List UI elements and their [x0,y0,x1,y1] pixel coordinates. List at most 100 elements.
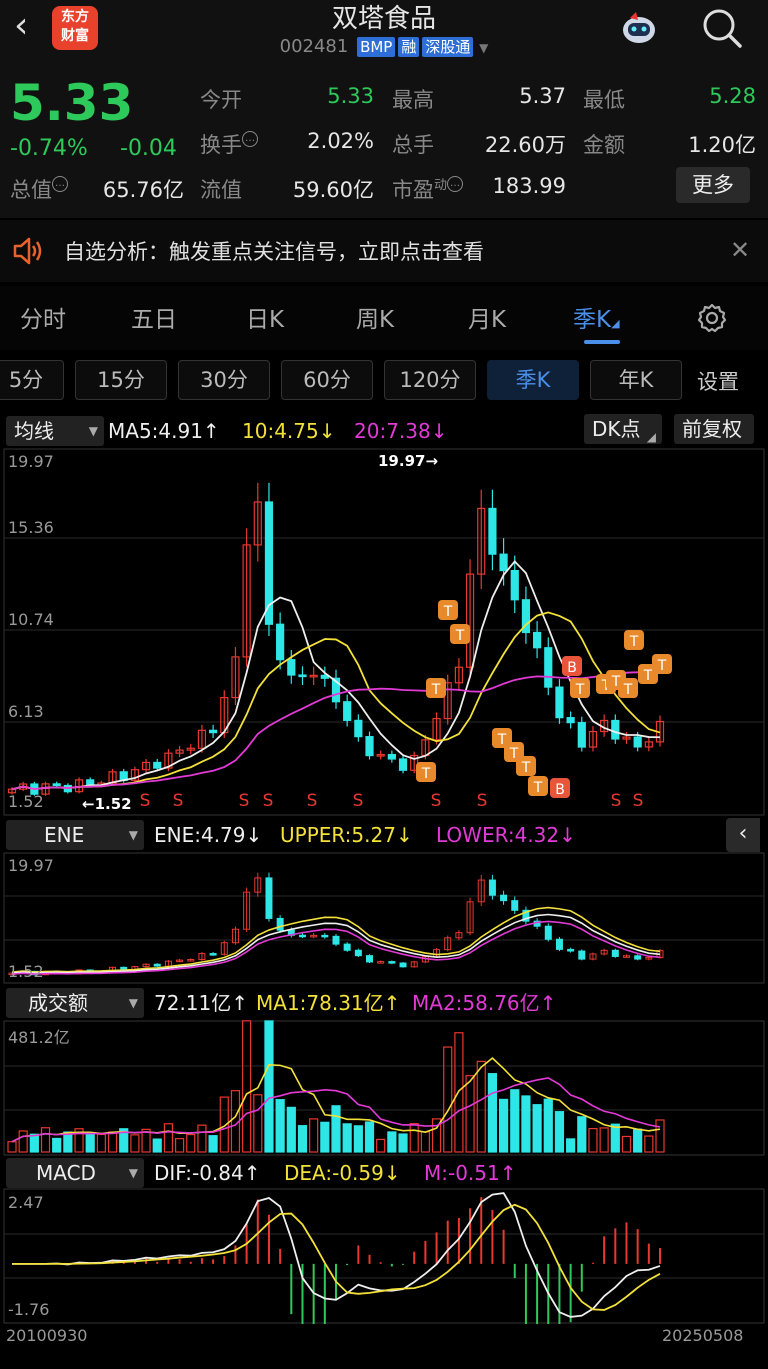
kline-chart[interactable]: SSSSSSSSSSTTTTTTTTTTTTTTTBB [0,448,768,816]
main-y-label-top: 19.97 [8,452,54,471]
ene-candle-body [555,938,563,950]
candle-body [343,701,352,721]
candle-body [298,674,307,678]
subtab-settings[interactable]: 设置 [697,366,739,396]
kline-signal-marks: SSSSSSSSSSTTTTTTTTTTTTTTTBB [140,600,672,811]
t-signal-letter: T [629,634,639,650]
ene-candle-body [332,935,340,945]
tab-indicator [584,340,620,344]
main-y-label-2: 15.36 [8,518,54,537]
ene-selector[interactable]: ENE ▼ [6,820,144,850]
macd-selector[interactable]: MACD ▼ [6,1158,144,1188]
candle-body [276,623,285,661]
ene-candle-body [578,950,586,960]
subtab-60min[interactable]: 60分 [281,360,373,400]
macd-grid [3,1188,765,1324]
label-turnover: 换手… [200,129,258,159]
volume-ma1: MA1:78.31亿↑ [256,991,401,1015]
close-icon[interactable]: ✕ [730,236,750,264]
value-high: 5.37 [519,84,566,108]
value-float-cap: 59.60亿 [292,178,374,202]
t-signal-letter: T [455,628,465,644]
volume-bar [644,1135,654,1153]
low-marker: ←1.52 [82,795,132,813]
chevron-down-icon[interactable]: ▼ [479,41,488,55]
sell-signal-mark: S [239,791,250,811]
volume-chart[interactable] [0,1020,768,1156]
info-icon[interactable]: … [52,176,68,192]
speaker-icon [13,237,42,265]
search-icon[interactable] [700,6,744,50]
b-signal-letter: B [567,660,577,676]
t-signal-letter: T [421,766,431,782]
tab-five-day[interactable]: 五日 [131,300,177,334]
volume-bar [186,1133,196,1153]
value-pe: 183.99 [492,174,566,198]
adjust-button[interactable]: 前复权 [674,414,754,444]
candle-body [577,722,586,748]
tag-bmp[interactable]: BMP [357,37,396,57]
label-high: 最高 [392,88,434,112]
sell-signal-mark: S [477,791,488,811]
volume-selector[interactable]: 成交额 ▼ [6,988,144,1018]
tab-quarterly-k[interactable]: 季K◢ [573,300,620,334]
notice-text[interactable]: 自选分析：触发重点关注信号，立即点击查看 [64,236,484,266]
sell-signal-mark: S [263,791,274,811]
tab-daily-k[interactable]: 日K [246,300,284,334]
tag-sz-connect[interactable]: 深股通 [422,37,474,57]
subtab-yearly[interactable]: 年K [590,360,682,400]
robot-assistant-icon[interactable] [618,8,660,48]
volume-bar [297,1125,308,1153]
ene-candle-body [567,948,575,952]
dk-point-button[interactable]: DK点 ◢ [584,414,662,444]
volume-bar [242,1020,252,1153]
volume-bar [29,1133,39,1153]
ene-candle-body [500,894,508,902]
volume-bar [208,1135,218,1153]
date-end: 20250508 [662,1326,744,1345]
volume-bar [309,1118,319,1153]
candle-body [488,507,497,555]
more-button[interactable]: 更多 [676,167,750,203]
macd-chart[interactable] [0,1188,768,1324]
subtab-5min[interactable]: 5分 [0,360,64,400]
high-marker: 19.97→ [378,452,439,470]
t-signal-letter: T [431,682,441,698]
volume-bar [342,1123,352,1153]
volume-bar [633,1128,643,1153]
tab-monthly-k[interactable]: 月K [468,300,506,334]
volume-grid [3,1020,765,1156]
gear-icon[interactable] [696,302,728,334]
info-icon[interactable]: … [242,131,258,147]
volume-bar [566,1138,576,1153]
info-icon[interactable]: … [447,176,464,192]
candle-body [544,647,553,688]
subtab-30min[interactable]: 30分 [178,360,270,400]
tag-margin[interactable]: 融 [398,37,420,57]
candle-body [209,729,218,734]
collapse-panel-button[interactable]: ‹ [726,818,760,852]
tab-weekly-k[interactable]: 周K [356,300,394,334]
change-amount: -0.04 [120,136,177,161]
volume-bar [510,1089,520,1153]
ene-chart[interactable] [0,852,768,984]
volume-bar [85,1133,95,1153]
volume-bar [107,1131,118,1153]
label-amount: 金额 [583,133,625,157]
volume-bar [387,1131,397,1153]
subtab-120min[interactable]: 120分 [384,360,476,400]
volume-bar [331,1105,341,1153]
grid-frame [3,1188,765,1324]
tab-intraday[interactable]: 分时 [20,300,66,334]
candle-body [533,631,542,649]
subtab-15min[interactable]: 15分 [75,360,167,400]
volume-bar [96,1133,106,1153]
subtab-quarterly[interactable]: 季K [487,360,579,400]
volume-bar [253,1094,263,1153]
volume-bar [376,1138,386,1153]
candle-body [499,553,508,572]
volume-bar [610,1123,620,1153]
ma-selector[interactable]: 均线 ▼ [6,416,104,446]
volume-bar [7,1141,17,1153]
volume-bar [163,1123,174,1153]
